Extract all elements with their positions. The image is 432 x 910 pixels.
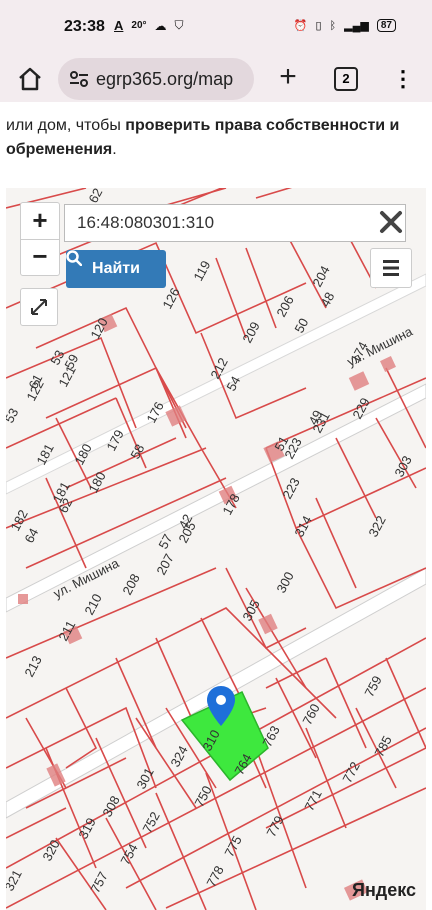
notification-a-icon: A xyxy=(114,18,124,33)
clear-search-button[interactable] xyxy=(376,204,406,242)
status-right-icons: ⏰ ▯ ᛒ ▂▄▆ 87 xyxy=(294,19,396,32)
page-content: или дом, чтобы проверить права собственн… xyxy=(0,102,432,910)
intro-plain: или дом, чтобы xyxy=(6,117,126,134)
yandex-logo: Яндекс xyxy=(352,880,417,900)
url-text: egrp365.org/map xyxy=(96,68,234,89)
status-time: 23:38 xyxy=(64,18,105,35)
intro-end: . xyxy=(112,141,117,158)
temperature-label: 20° xyxy=(131,20,147,31)
fullscreen-button[interactable] xyxy=(20,288,58,326)
cadastral-search-input[interactable]: 16:48:080301:310 xyxy=(64,204,406,242)
hamburger-icon xyxy=(383,260,399,276)
cloud-icon: ☁ xyxy=(154,18,167,33)
browser-toolbar: egrp365.org/map + 2 ⋮ xyxy=(0,56,432,102)
shield-icon: ⛉ xyxy=(174,18,184,32)
expand-icon xyxy=(31,299,47,315)
home-button[interactable] xyxy=(14,63,46,95)
home-icon xyxy=(19,67,41,91)
intro-text: или дом, чтобы проверить права собственн… xyxy=(6,114,426,162)
vibrate-icon: ▯ xyxy=(315,20,322,32)
zoom-controls: + − xyxy=(20,202,60,276)
zoom-in-button[interactable]: + xyxy=(21,203,59,240)
find-button[interactable]: Найти xyxy=(66,250,166,288)
alarm-icon: ⏰ xyxy=(293,20,308,32)
address-bar[interactable]: egrp365.org/map xyxy=(58,58,254,100)
bluetooth-icon: ᛒ xyxy=(329,19,337,32)
tab-switcher-button[interactable]: 2 xyxy=(334,67,358,91)
zoom-out-button[interactable]: − xyxy=(21,239,59,275)
close-icon xyxy=(380,211,402,233)
layers-menu-button[interactable] xyxy=(370,248,412,288)
status-bar: 23:38 A 20° ☁ ⛉ ⏰ ▯ ᛒ ▂▄▆ 87 xyxy=(0,0,432,56)
search-icon xyxy=(66,250,82,266)
status-left-icons: A 20° ☁ ⛉ xyxy=(114,18,184,33)
site-settings-icon[interactable] xyxy=(68,68,90,90)
cadastral-map[interactable]: 62 119 126 120 121 122 61 53 53 59 176 209 212 54 206 5… xyxy=(6,188,426,910)
map-canvas[interactable]: 6211912612012112261535359176209212542065… xyxy=(6,188,426,910)
new-tab-button[interactable]: + xyxy=(272,62,304,94)
battery-icon: 87 xyxy=(376,19,396,32)
find-button-label: Найти xyxy=(92,260,140,277)
signal-icon: ▂▄▆ xyxy=(344,20,369,32)
more-menu-button[interactable]: ⋮ xyxy=(392,64,414,94)
